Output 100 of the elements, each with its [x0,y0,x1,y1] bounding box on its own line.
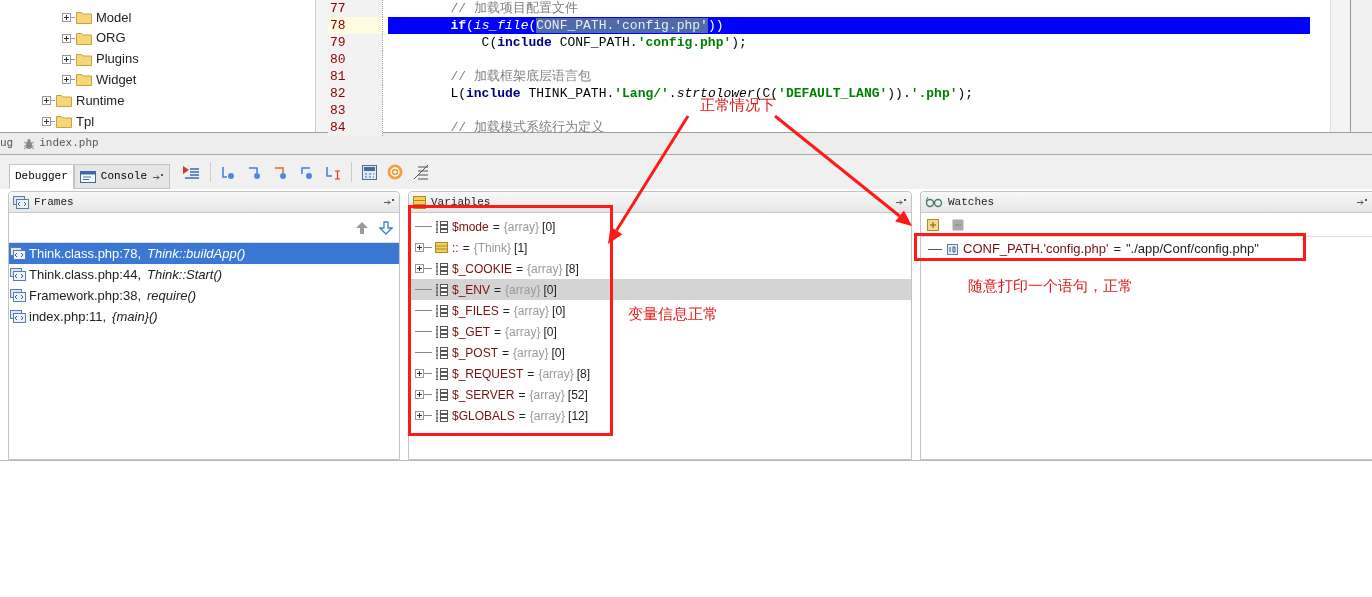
equals-sign: = [518,407,526,425]
expand-icon[interactable] [415,243,424,252]
pin-icon[interactable] [152,172,165,181]
frame-function: {main}() [112,307,158,326]
stack-frame-icon [10,289,26,302]
folder-name[interactable]: Tpl [76,111,95,132]
array-icon [435,324,448,339]
array-icon [435,408,448,423]
variable-type: {array} [529,407,566,425]
line-number: 83 [328,102,383,119]
variable-count: [0] [542,218,556,236]
annotation-text: 随意打印一个语句，正常 [968,276,1133,296]
panel-title: Watches [948,194,995,210]
debugger-tab[interactable]: Debugger [9,164,74,189]
pin-icon[interactable] [383,198,395,206]
folder-name[interactable]: Widget [96,70,137,90]
stack-frame-icon [10,247,26,260]
variable-row[interactable]: :: = {Think} [1] [409,237,530,258]
variable-name: $_GET [452,323,490,341]
stack-frame-row[interactable]: Think.class.php:44, Think::Start() [9,264,399,285]
variable-row[interactable]: $_FILES = {array} [0] [409,300,568,321]
equals-sign: = [492,218,500,236]
expand-icon[interactable] [62,54,71,64]
variable-row[interactable]: $_SERVER = {array} [52] [409,384,590,405]
variable-count: [0] [543,323,557,341]
folder-name[interactable]: Plugins [96,49,139,69]
line-number: 82 [328,85,383,102]
folder-icon [56,94,72,108]
calculator-icon[interactable] [362,164,378,180]
equals-sign: = [1113,240,1121,259]
frame-function: Think::buildApp() [147,244,246,263]
watch-value: "./app/Conf/config.php" [1125,240,1259,259]
breakpoint-off-icon[interactable] [413,164,430,180]
folder-name[interactable]: Model [96,7,132,28]
pin-icon[interactable] [895,198,907,206]
equals-sign: = [494,281,502,299]
expand-icon[interactable] [42,96,51,106]
value-icon [947,243,958,255]
scrollbar[interactable] [1330,0,1350,132]
line-number: 81 [328,68,383,85]
down-arrow-icon[interactable] [379,220,393,235]
expand-icon[interactable] [62,33,71,43]
array-icon [435,303,448,318]
expand-icon[interactable] [62,75,71,85]
folder-icon [76,10,92,24]
code-line: C(include CONF_PATH.'config.php'); [480,34,748,51]
remove-icon[interactable] [952,218,964,231]
line-number: 80 [328,51,383,68]
variable-row[interactable]: $_POST = {array} [0] [409,342,567,363]
add-icon[interactable] [927,218,939,231]
variable-count: [0] [552,302,566,320]
list-arrow-icon[interactable] [182,164,201,180]
glasses-icon [925,196,943,208]
expand-icon[interactable] [42,117,51,127]
equals-sign: = [527,365,535,383]
variable-row[interactable]: $_GET = {array} [0] [409,321,559,342]
equals-sign: = [462,239,470,257]
variable-name: $_SERVER [452,386,515,404]
variable-name: $_ENV [452,281,491,299]
session-tab[interactable]: index.php [39,135,99,152]
variable-row[interactable]: $mode = {array} [0] [409,216,558,237]
session-tab[interactable]: ug [0,135,14,152]
step-cursor-icon[interactable] [325,164,342,180]
expand-icon[interactable] [415,369,424,378]
line-number: 84 [328,119,383,136]
variable-name: $GLOBALS [452,407,515,425]
variable-type: {Think} [473,239,512,257]
stack-frame-row[interactable]: Framework.php:38, require() [9,285,399,306]
equals-sign: = [516,260,524,278]
array-icon [435,261,448,276]
stack-frame-row[interactable]: Think.class.php:78, Think::buildApp() [9,243,399,264]
variable-row[interactable]: $_ENV = {array} [0] [409,279,911,300]
variable-row[interactable]: $_REQUEST = {array} [8] [409,363,593,384]
pin-icon[interactable] [1356,198,1368,206]
variable-row[interactable]: $_COOKIE = {array} [8] [409,258,581,279]
object-icon [435,241,448,254]
expand-icon[interactable] [415,264,424,273]
variable-row[interactable]: $GLOBALS = {array} [12] [409,405,591,426]
stack-frame-row[interactable]: index.php:11, {main}() [9,306,399,327]
watch-row[interactable]: CONF_PATH.'config.php' = "./app/Conf/config.php" [921,237,1372,261]
stack-frame-icon [10,268,26,281]
expand-icon[interactable] [415,390,424,399]
folder-icon [56,115,72,129]
debugger-tab[interactable]: Console [73,164,171,189]
variable-name: $mode [452,218,489,236]
variable-type: {array} [538,365,574,383]
folder-name[interactable]: ORG [96,28,126,48]
equals-sign: = [518,386,526,404]
bug-icon [23,137,36,150]
variable-type: {array} [513,302,550,320]
panel-title: Frames [34,194,74,210]
folder-name[interactable]: Runtime [76,90,125,111]
array-icon [435,345,448,360]
console-icon [79,170,96,183]
array-icon [435,387,448,402]
up-arrow-icon[interactable] [355,220,369,235]
folder-icon [76,31,92,45]
expand-icon[interactable] [62,12,71,22]
variable-name: :: [452,239,459,257]
expand-icon[interactable] [415,411,424,420]
